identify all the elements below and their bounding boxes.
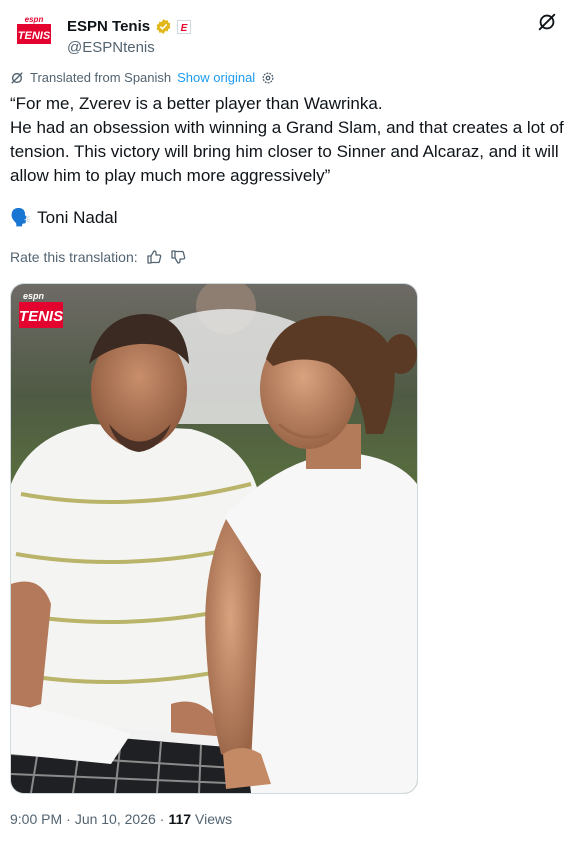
- tweet-time[interactable]: 9:00 PM: [10, 811, 62, 827]
- name-line: ESPN Tenis E: [67, 18, 192, 35]
- rate-translation: Rate this translation:: [10, 249, 186, 265]
- avatar[interactable]: espn TENIS: [14, 12, 54, 52]
- espn-affiliate-badge[interactable]: E: [177, 19, 192, 34]
- speaker-name: Toni Nadal: [37, 208, 118, 227]
- tweet-text-line-2: He had an obsession with winning a Grand…: [10, 118, 564, 185]
- thumbs-down-icon[interactable]: [170, 249, 186, 265]
- handle[interactable]: @ESPNtenis: [67, 39, 155, 56]
- rate-label: Rate this translation:: [10, 249, 138, 265]
- avatar-espn-text: espn: [25, 15, 44, 24]
- thumbs-up-icon[interactable]: [146, 249, 162, 265]
- affiliate-badge-text: E: [181, 23, 188, 34]
- media-logo-espn-text: espn: [23, 291, 45, 301]
- tweet-text-line-1: “For me, Zverev is a better player than …: [10, 94, 383, 113]
- verified-gold-icon[interactable]: [155, 18, 172, 35]
- tweet-meta: 9:00 PM · Jun 10, 2026 · 117 Views: [10, 811, 232, 827]
- tweet-date[interactable]: Jun 10, 2026: [75, 811, 156, 827]
- show-original-link[interactable]: Show original: [177, 70, 255, 85]
- meta-separator: ·: [66, 811, 71, 827]
- grok-icon[interactable]: [536, 11, 558, 33]
- translated-label: Translated from Spanish: [30, 70, 172, 85]
- gear-icon[interactable]: [261, 71, 275, 85]
- avatar-tenis-text: TENIS: [18, 30, 51, 42]
- views-label: Views: [195, 811, 233, 827]
- tweet-photo[interactable]: espn TENIS: [10, 283, 418, 794]
- tweet-header: espn TENIS ESPN Tenis E @ESPNtenis: [10, 8, 580, 56]
- speaker-line: 🗣️ Toni Nadal: [10, 208, 118, 228]
- display-name[interactable]: ESPN Tenis: [67, 18, 150, 35]
- translation-notice: Translated from Spanish Show original: [10, 70, 275, 85]
- tweet-text: “For me, Zverev is a better player than …: [10, 92, 575, 188]
- media-logo-tenis-text: TENIS: [19, 308, 63, 325]
- translate-icon: [11, 71, 23, 84]
- meta-separator-2: ·: [159, 811, 165, 827]
- speaking-head-emoji: 🗣️: [10, 208, 32, 227]
- views-count[interactable]: 117: [168, 811, 191, 827]
